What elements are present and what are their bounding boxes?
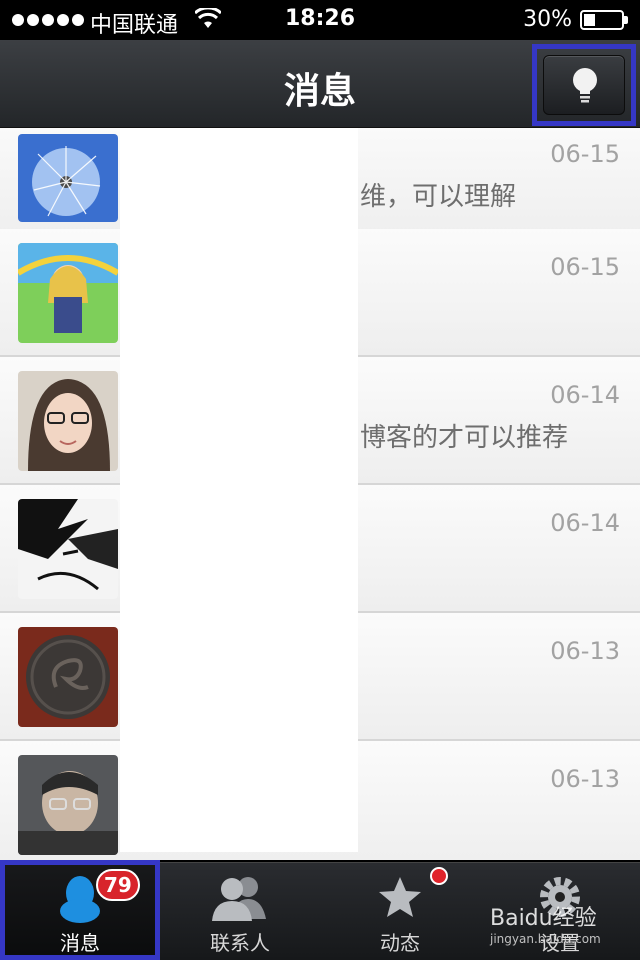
message-preview: 博客的才可以推荐 — [360, 423, 569, 453]
tab-contacts[interactable]: 联系人 — [160, 863, 320, 960]
message-preview: 维，可以理解 — [360, 182, 517, 212]
tab-feed[interactable]: 动态 — [320, 863, 480, 960]
watermark: Baidu经验 jingyan.baidu.com — [490, 900, 601, 946]
message-date: 06-13 — [550, 765, 620, 793]
message-date: 06-13 — [550, 637, 620, 665]
tab-label: 动态 — [380, 931, 420, 955]
avatar — [18, 243, 118, 343]
message-date: 06-14 — [550, 509, 620, 537]
lightbulb-icon — [573, 68, 597, 103]
unread-badge: 79 — [96, 869, 140, 901]
star-icon — [379, 877, 421, 917]
tab-label: 消息 — [60, 931, 100, 955]
navigation-bar: 消息 — [0, 40, 640, 128]
highlight-frame — [532, 44, 636, 126]
message-date: 06-15 — [550, 140, 620, 168]
watermark-text: Baidu经验 — [490, 906, 597, 931]
tips-button[interactable] — [543, 55, 625, 115]
status-bar: 中国联通 18:26 30% — [0, 0, 640, 40]
avatar — [18, 627, 118, 727]
redaction-block — [120, 128, 358, 852]
watermark-url: jingyan.baidu.com — [490, 932, 601, 946]
avatar — [18, 134, 118, 222]
message-date: 06-14 — [550, 381, 620, 409]
battery-percentage: 30% — [523, 7, 572, 32]
message-date: 06-15 — [550, 253, 620, 281]
contacts-icon — [212, 877, 266, 921]
tab-label: 联系人 — [210, 931, 270, 955]
avatar — [18, 499, 118, 599]
avatar — [18, 371, 118, 471]
battery-icon — [580, 10, 628, 30]
notification-dot — [430, 867, 448, 885]
avatar — [18, 755, 118, 855]
tab-messages[interactable]: 79 消息 — [0, 863, 160, 960]
